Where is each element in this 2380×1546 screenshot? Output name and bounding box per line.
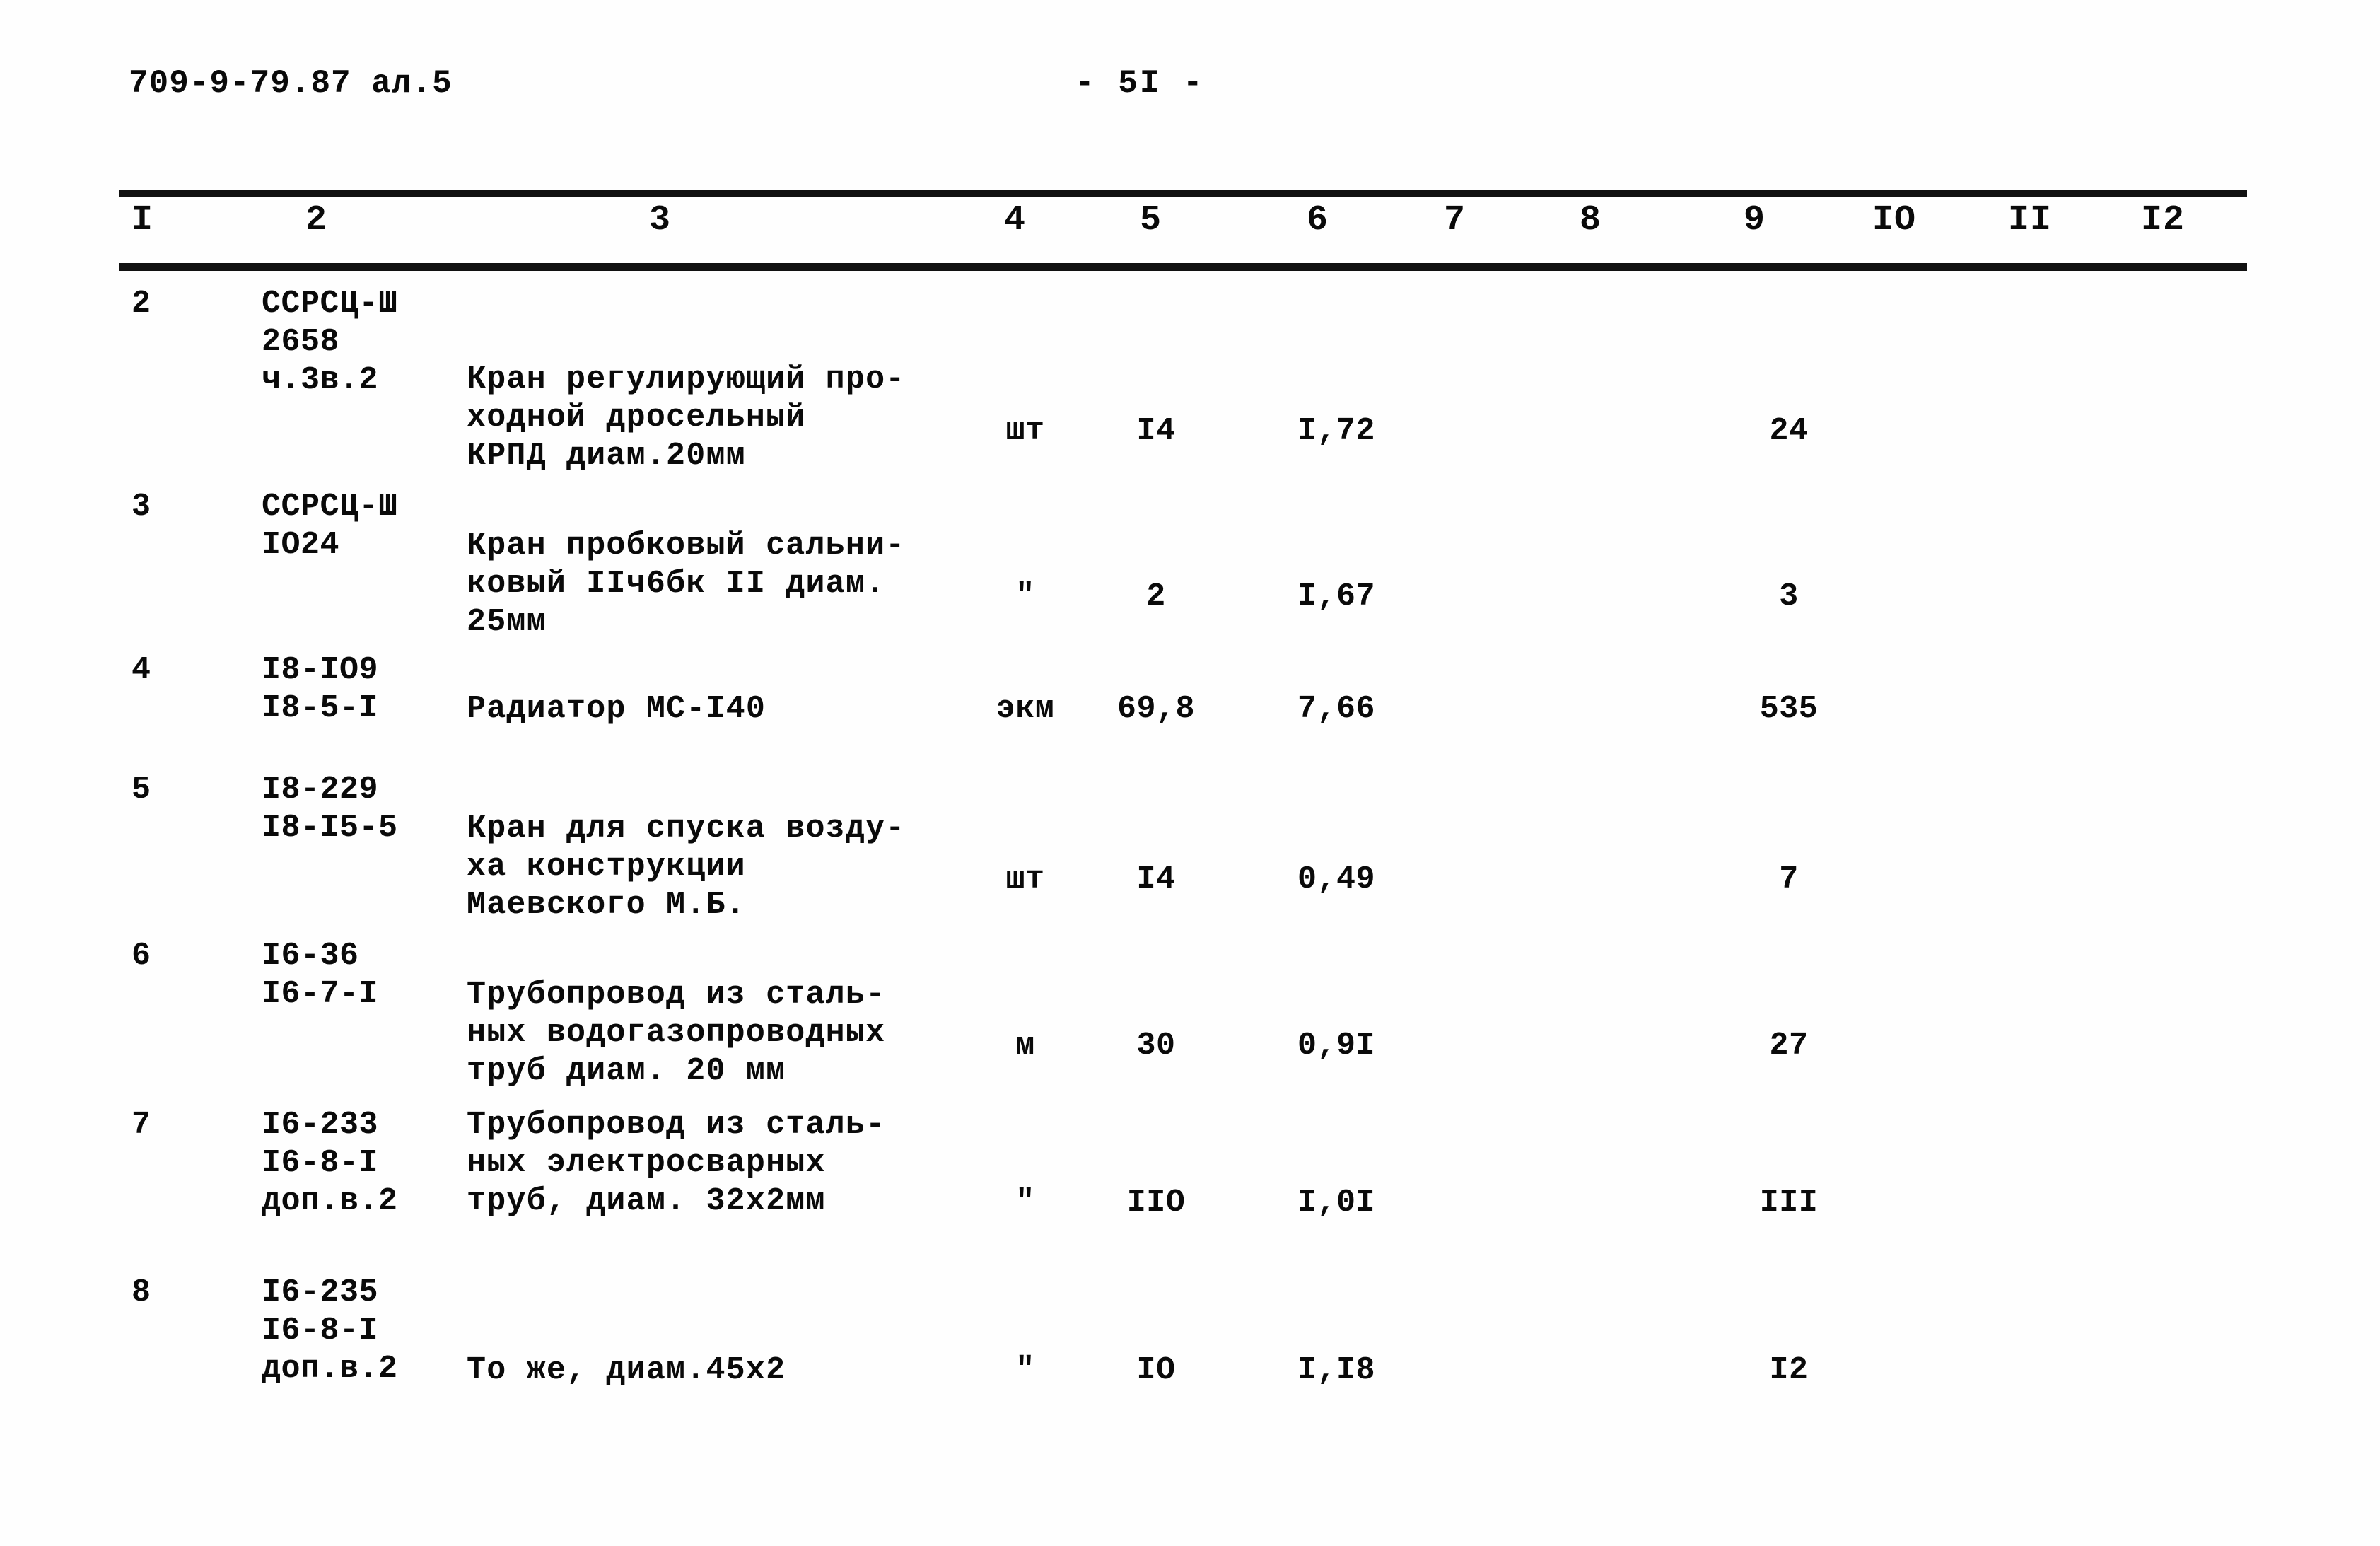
page-number: - 5I - [1075,65,1205,102]
column-header-8: 8 [1580,200,1602,240]
row-code-reference: ССРСЦ-Ш 2658 ч.3в.2 [262,286,398,398]
row-number: 6 [132,938,151,974]
row-description: То же, диам.45х2 [467,1352,786,1388]
row-description: Радиатор МС-I40 [467,691,766,727]
document-header: 709-9-79.87 ал.5 - 5I - [0,65,2380,115]
row-number: 2 [132,286,151,322]
row-description: Трубопровод из сталь- ных электросварных… [467,1107,886,1219]
row-unit: " [1015,1352,1035,1388]
column-header-7: 7 [1444,200,1466,240]
row-quantity: I4 [1136,861,1176,897]
row-quantity: 2 [1146,579,1166,615]
row-quantity: 30 [1136,1028,1176,1064]
table-body: 2 ССРСЦ-Ш 2658 ч.3в.2 Кран регулирующий пр… [0,271,2380,1473]
row-price: I,72 [1297,413,1376,449]
row-description: Трубопровод из сталь- ных водогазопровод… [467,977,886,1089]
document-page: 709-9-79.87 ал.5 - 5I - I 2 3 4 5 6 7 8 9 IO II I2 … [0,0,2380,1546]
column-header-3: 3 [649,200,672,240]
row-unit: экм [996,691,1055,727]
row-description: Кран регулирующий про- ходной дросельный… [467,361,906,474]
row-number: 5 [132,772,151,808]
row-number: 7 [132,1107,151,1143]
row-number: 4 [132,652,151,688]
row-description: Кран пробковый сальни- ковый IIч6бк II д… [467,528,906,640]
row-code-reference: I8-229 I8-I5-5 [262,772,398,846]
row-unit: м [1015,1028,1035,1064]
row-col9-total: III [1759,1185,1819,1221]
document-code: 709-9-79.87 ал.5 [129,65,453,102]
row-price: 0,49 [1297,861,1376,897]
row-code-reference: I6-36 I6-7-I [262,938,379,1012]
row-code-reference: I6-235 I6-8-I доп.в.2 [262,1274,398,1387]
row-unit: " [1015,1185,1035,1221]
column-header-2: 2 [305,200,328,240]
row-quantity: IO [1136,1352,1176,1388]
column-header-5: 5 [1140,200,1162,240]
row-number: 8 [132,1274,151,1310]
row-price: I,I8 [1297,1352,1376,1388]
column-header-6: 6 [1307,200,1329,240]
column-header-9: 9 [1744,200,1766,240]
row-quantity: IIO [1126,1185,1186,1221]
row-unit: шт [1005,861,1045,897]
row-price: I,67 [1297,579,1376,615]
row-price: 7,66 [1297,691,1376,727]
table-header-bottom-rule [119,263,2247,271]
row-unit: " [1015,579,1035,615]
table-top-rule [119,190,2247,197]
column-header-I2: I2 [2141,200,2186,240]
table-column-headers: I 2 3 4 5 6 7 8 9 IO II I2 [0,200,2380,258]
row-unit: шт [1005,413,1045,449]
row-quantity: 69,8 [1116,691,1196,727]
row-price: I,0I [1297,1185,1376,1221]
column-header-II: II [2008,200,2053,240]
row-description: Кран для спуска возду- ха конструкции Ма… [467,810,906,923]
row-code-reference: ССРСЦ-Ш IO24 [262,489,398,563]
column-header-I: I [132,200,154,240]
row-code-reference: I6-233 I6-8-I доп.в.2 [262,1107,398,1219]
row-col9-total: 27 [1769,1028,1809,1064]
row-quantity: I4 [1136,413,1176,449]
column-header-IO: IO [1872,200,1917,240]
row-col9-total: 24 [1769,413,1809,449]
row-col9-total: I2 [1769,1352,1809,1388]
row-code-reference: I8-IO9 I8-5-I [262,652,379,726]
row-number: 3 [132,489,151,525]
row-col9-total: 7 [1779,861,1799,897]
row-col9-total: 535 [1759,691,1819,727]
column-header-4: 4 [1004,200,1027,240]
row-col9-total: 3 [1779,579,1799,615]
row-price: 0,9I [1297,1028,1376,1064]
